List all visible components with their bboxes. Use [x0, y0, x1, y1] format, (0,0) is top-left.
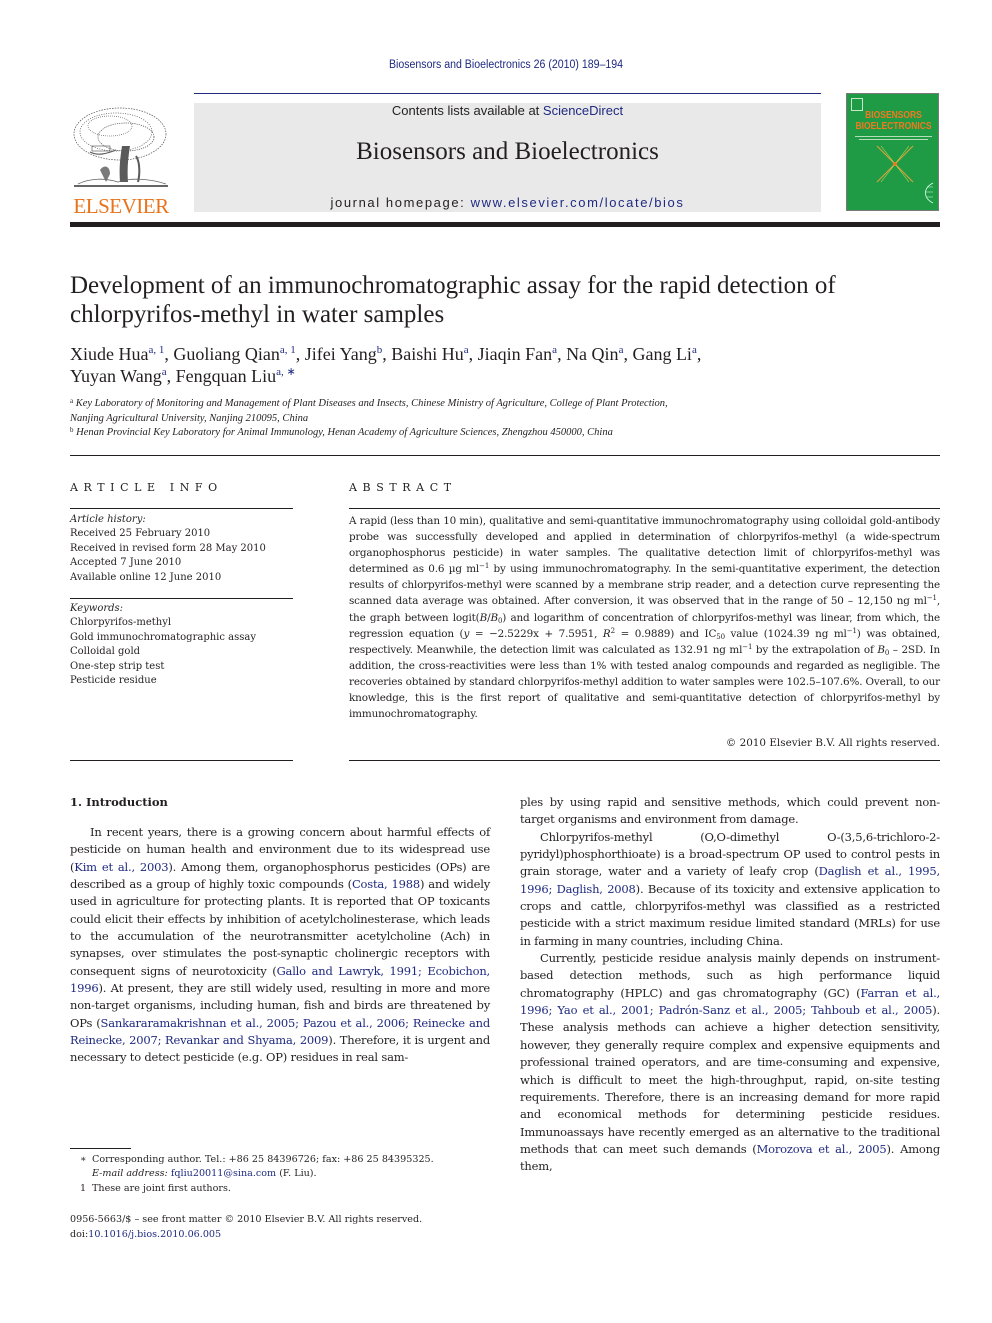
doi-link[interactable]: 10.1016/j.bios.2010.06.005 [88, 1229, 221, 1240]
homepage-prefix: journal homepage: [330, 195, 471, 210]
section-heading-introduction: 1. Introduction [70, 795, 168, 809]
affiliation-b: b Henan Provincial Key Laboratory for An… [70, 426, 613, 439]
header-rule [194, 93, 821, 94]
citation-link[interactable]: Costa, 1988 [352, 877, 420, 891]
history-item: Received in revised form 28 May 2010 [70, 542, 266, 554]
keywords-label: Keywords: [70, 603, 124, 614]
cover-title-line-1: BIOSENSORS [865, 110, 922, 121]
issn-line: 0956-5663/$ – see front matter © 2010 El… [70, 1214, 423, 1225]
history-label: Article history: [70, 514, 146, 525]
divider [70, 760, 293, 761]
author[interactable]: Jiaqin Fana [478, 344, 557, 364]
body-column-left: In recent years, there is a growing conc… [70, 824, 490, 1067]
cover-dna-graphic-icon [925, 182, 934, 204]
cover-title: BIOSENSORS BIOELECTRONICS [854, 110, 933, 132]
paragraph: Currently, pesticide residue analysis ma… [520, 951, 941, 1174]
divider [349, 760, 940, 761]
homepage-link[interactable]: www.elsevier.com/locate/bios [471, 195, 685, 210]
article-info-heading: ARTICLE INFO [70, 481, 223, 494]
author[interactable]: Na Qina [566, 344, 623, 364]
contents-line: Contents lists available at ScienceDirec… [194, 103, 821, 118]
divider [349, 508, 940, 509]
author[interactable]: Gang Lia [632, 344, 696, 364]
author[interactable]: Jifei Yangb [305, 344, 383, 364]
doi-line: doi:10.1016/j.bios.2010.06.005 [70, 1229, 222, 1240]
author-list: Xiude Huaa, 1, Guoliang Qiana, 1, Jifei … [70, 344, 702, 386]
running-head-citation[interactable]: Biosensors and Bioelectronics 26 (2010) … [40, 59, 971, 71]
keyword: Colloidal gold [70, 646, 141, 658]
author[interactable]: Fengquan Liua, ∗ [176, 366, 296, 386]
author[interactable]: Guoliang Qiana, 1 [173, 344, 295, 364]
journal-cover-thumbnail[interactable]: BIOSENSORS BIOELECTRONICS [846, 93, 939, 211]
author[interactable]: Xiude Huaa, 1 [70, 344, 164, 364]
cover-subtitle-rule [859, 139, 928, 140]
contents-prefix: Contents lists available at [391, 103, 543, 118]
author[interactable]: Yuyan Wanga [70, 366, 167, 386]
cover-title-line-2: BIOELECTRONICS [855, 121, 932, 132]
front-matter: 0956-5663/$ – see front matter © 2010 El… [70, 1212, 530, 1242]
affiliation-a-cont: Nanjing Agricultural University, Nanjing… [70, 412, 309, 424]
paragraph: ples by using rapid and sensitive method… [520, 795, 940, 827]
history-item: Accepted 7 June 2010 [70, 557, 182, 569]
keyword: Chlorpyrifos-methyl [70, 617, 172, 629]
article-history: Article history: Received 25 February 20… [70, 513, 293, 585]
abstract-body: A rapid (less than 10 min), qualitative … [349, 515, 941, 721]
keyword: One-step strip test [70, 660, 165, 672]
abstract-copyright: © 2010 Elsevier B.V. All rights reserved… [725, 737, 940, 749]
journal-homepage-line: journal homepage: www.elsevier.com/locat… [194, 195, 821, 210]
citation-link[interactable]: Kim et al., 2003 [74, 860, 168, 874]
article-title: Development of an immunochromatographic … [70, 272, 836, 328]
footnotes: ∗ Corresponding author. Tel.: +86 25 8439… [80, 1153, 500, 1196]
email-link[interactable]: fqliu20011@sina.com [171, 1168, 276, 1179]
history-item: Received 25 February 2010 [70, 528, 211, 540]
footnote-rule [70, 1148, 131, 1149]
divider [70, 598, 293, 599]
keywords: Keywords: Chlorpyrifos-methyl Gold immun… [70, 602, 293, 688]
author[interactable]: Baishi Hua [391, 344, 468, 364]
body-column-right: ples by using rapid and sensitive method… [520, 794, 940, 1176]
section-divider [70, 455, 940, 456]
citation-link[interactable]: Morozova et al., 2005 [757, 1142, 887, 1156]
paragraph: Chlorpyrifos-methyl (O,O-dimethyl O-(3,5… [520, 829, 940, 948]
sciencedirect-link[interactable]: ScienceDirect [543, 103, 623, 118]
elsevier-wordmark: ELSEVIER [73, 194, 169, 218]
footnote-joint: 1 These are joint first authors. [80, 1182, 231, 1194]
footnote-corresponding: ∗ Corresponding author. Tel.: +86 25 8439… [80, 1154, 434, 1165]
masthead-bottom-rule [70, 222, 940, 227]
cover-subtitle-rule [855, 136, 932, 137]
divider [70, 508, 293, 509]
affiliation-a: a Key Laboratory of Monitoring and Manag… [70, 397, 668, 410]
cover-hourglass-graphic-icon [876, 145, 914, 183]
footnote-email: E-mail address: fqliu20011@sina.com (F. … [92, 1168, 317, 1180]
keyword: Pesticide residue [70, 675, 157, 687]
abstract-heading: ABSTRACT [349, 481, 457, 494]
journal-title: Biosensors and Bioelectronics [356, 138, 659, 165]
history-item: Available online 12 June 2010 [70, 571, 222, 583]
affiliations: a Key Laboratory of Monitoring and Manag… [70, 397, 940, 441]
keyword: Gold immunochromatographic assay [70, 631, 256, 643]
paragraph: In recent years, there is a growing conc… [70, 825, 491, 1065]
